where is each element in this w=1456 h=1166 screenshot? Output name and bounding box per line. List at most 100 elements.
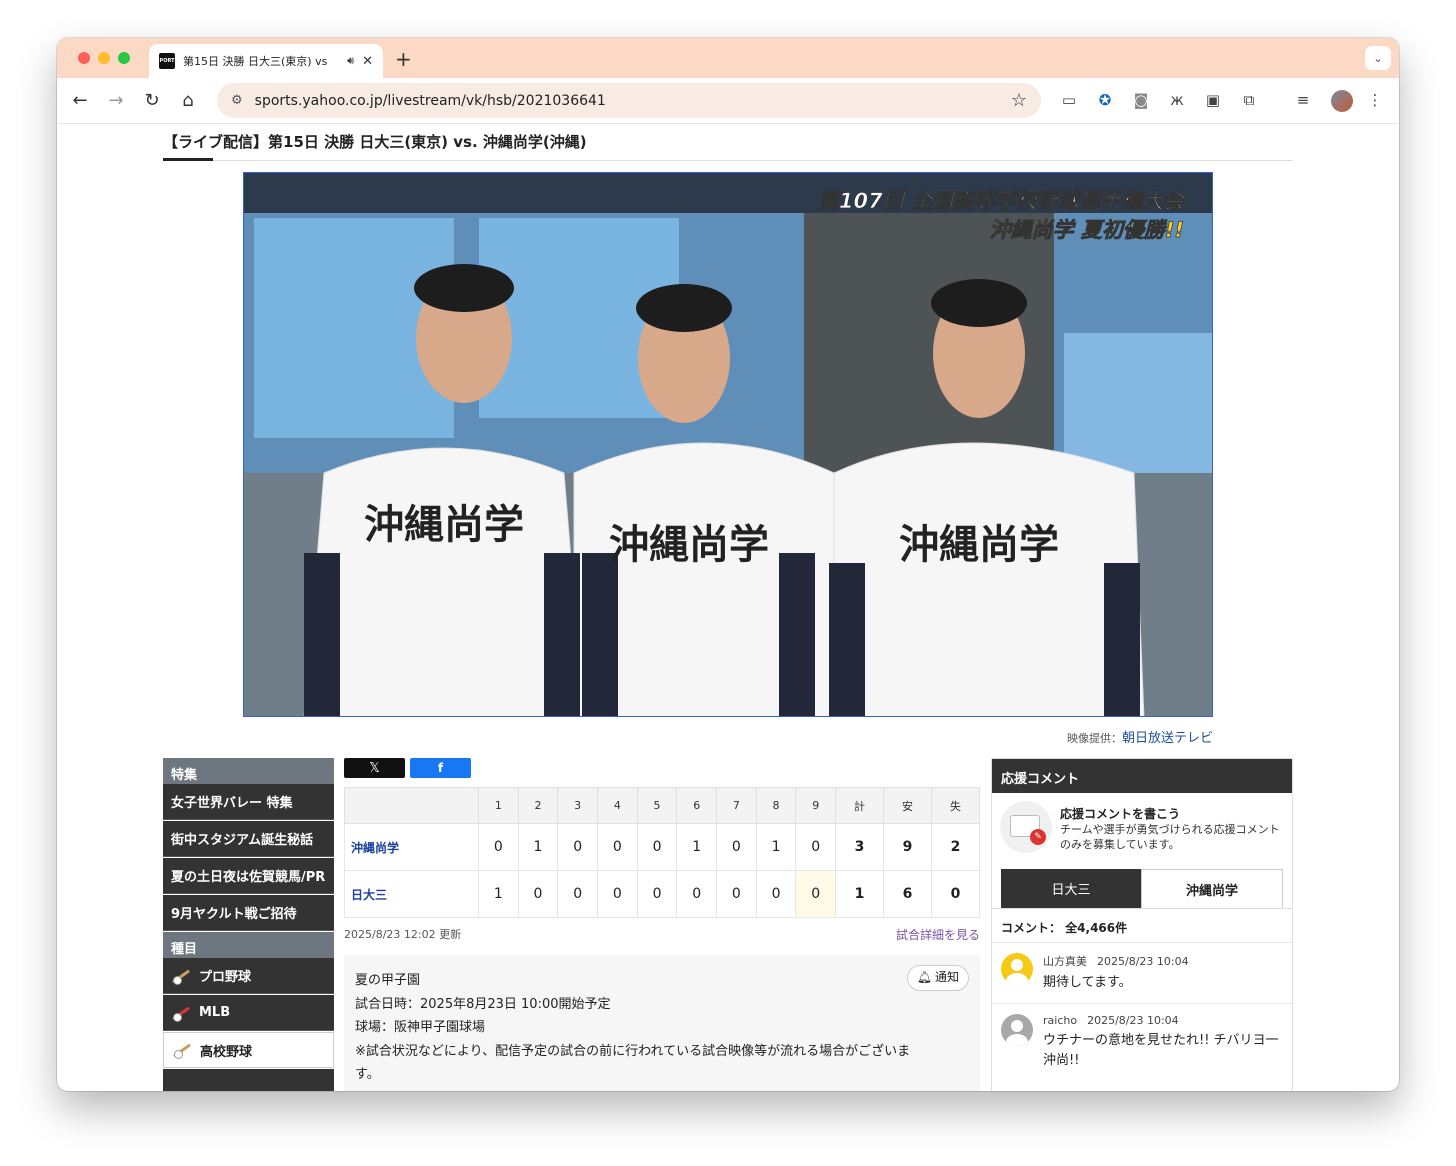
address-bar[interactable]: ⚙ sports.yahoo.co.jp/livestream/vk/hsb/2… [217,83,1041,118]
sidebar-item-label: プロ野球 [199,970,252,985]
score-cell: 0 [636,870,678,918]
tab-nichidai3[interactable]: 日大三 [1001,869,1141,908]
menu-kebab-icon[interactable]: ⋮ [1365,91,1385,109]
provider-label: 映像提供： [1066,732,1122,745]
site-settings-icon[interactable]: ⚙ [231,93,243,108]
comment-meta: raicho 2025/8/23 10:04 [1043,1014,1283,1027]
score-cell: 1 [517,823,559,871]
square-icon[interactable]: ▣ [1203,91,1223,109]
url-text[interactable]: sports.yahoo.co.jp/livestream/vk/hsb/202… [255,93,999,109]
errors-header: 失 [930,787,981,824]
sidebar-item-next[interactable] [163,1069,334,1091]
cta-description: チームや選手が勇気づけられる応援コメントのみを募集しています。 [1060,823,1280,851]
score-cell: 0 [557,870,599,918]
baseball-bat-icon [172,1044,192,1059]
profile-avatar[interactable] [1331,90,1353,112]
score-cell: 0 [597,823,638,871]
new-tab-button[interactable]: + [395,47,412,71]
notify-button[interactable]: 🔔︎ 通知 [906,965,969,991]
cta-title: 応援コメントを書こう [1060,807,1181,821]
forward-arrow-icon[interactable]: → [105,90,127,111]
provider-link[interactable]: 朝日放送テレビ [1122,731,1213,746]
butterfly-icon[interactable]: ж [1167,91,1187,109]
total-cell: 3 [835,823,885,871]
sidebar-item-yakult[interactable]: 9月ヤクルト戦ご招待 [163,895,334,931]
team-name-link[interactable]: 沖縄尚学 [344,823,479,871]
share-facebook-button[interactable]: f [410,758,471,778]
bookmark-star-icon[interactable]: ☆ [1011,90,1027,111]
baseball-bat-icon [171,970,191,985]
maximize-window-button[interactable] [118,52,130,64]
sidebar-item-stadium[interactable]: 街中スタジアム誕生秘話 [163,821,334,857]
puzzle-extensions-icon[interactable]: ⧉ [1239,91,1259,109]
back-arrow-icon[interactable]: ← [69,90,91,111]
comment-bubble-icon: ✎ [1000,801,1052,853]
mlb-bat-icon [171,1007,191,1022]
sidebar-item-label: 高校野球 [200,1044,253,1060]
share-bar: 𝕏 f [344,758,980,778]
close-window-button[interactable] [78,52,90,64]
inning-header: 1 [478,787,519,824]
main-column: 𝕏 f 1 2 3 4 5 6 7 8 9 計 安 失 沖縄尚学 0 1 0 0… [344,758,981,1091]
match-note: ※試合状況などにより、配信予定の試合の前に行われている試合映像等が流れる場合がご… [355,1043,911,1083]
comment-item: raicho 2025/8/23 10:04 ウチナーの意地を見せたれ!! チバリ… [992,1003,1292,1081]
match-venue: 球場：阪神甲子園球場 [355,1020,486,1035]
comment-user[interactable]: 山方真美 [1043,955,1087,968]
share-x-button[interactable]: 𝕏 [344,758,405,778]
score-cell-current: 0 [795,870,837,918]
tab-strip: SPORTS 第15日 決勝 日大三(東京) vs 🔊︎ ✕ + ⌄ [57,38,1399,78]
speaker-icon[interactable]: 🔊︎ [347,54,354,68]
video-player[interactable]: 沖縄尚学 沖縄尚学 沖縄尚学 第107回 全国高等学校野球選手権大会 沖縄尚学 … [243,172,1213,717]
inning-header: 4 [597,787,638,824]
sidebar-item-label: MLB [199,1005,231,1020]
camera-icon[interactable]: ◙ [1131,91,1151,109]
score-cell: 0 [636,823,678,871]
sports-favicon-icon: SPORTS [156,53,178,69]
inning-header: 6 [676,787,718,824]
tab-search-chevron-icon[interactable]: ⌄ [1365,46,1391,70]
comment-meta: 山方真美 2025/8/23 10:04 [1043,953,1199,969]
home-icon[interactable]: ⌂ [177,90,199,111]
score-cell: 0 [517,870,559,918]
score-cell: 0 [557,823,599,871]
scoreboard-corner [344,787,479,824]
score-cell: 0 [716,870,757,918]
cast-icon[interactable]: ▭ [1059,91,1079,109]
score-cell: 0 [478,823,519,871]
tab-active[interactable]: SPORTS 第15日 決勝 日大三(東京) vs 🔊︎ ✕ [149,44,383,78]
video-overlay-headline: 沖縄尚学 夏初優勝!! [990,218,1184,242]
inning-header: 2 [517,787,559,824]
match-event: 夏の甲子園 [355,973,421,988]
sidebar-feature-head: 特集 [163,758,334,784]
match-datetime: 試合日時：2025年8月23日 10:00開始予定 [355,996,611,1012]
comment-count: コメント： 全4,466件 [992,908,1292,942]
write-comment-cta[interactable]: ✎ 応援コメントを書こう チームや選手が勇気づけられる応援コメントのみを募集して… [992,793,1292,865]
media-control-icon[interactable]: ≡ [1293,91,1313,109]
inning-header: 9 [795,787,837,824]
sidebar-item-volleyball[interactable]: 女子世界バレー 特集 [163,784,334,820]
page-title: 【ライブ配信】第15日 決勝 日大三(東京) vs. 沖縄尚学(沖縄) [163,133,587,151]
scoreboard-row-okinawa: 沖縄尚学 0 1 0 0 0 1 0 1 0 3 9 2 [344,823,981,871]
team-name-link[interactable]: 日大三 [344,870,479,918]
match-detail-link[interactable]: 試合詳細を見る [896,926,980,943]
user-avatar-icon [1001,953,1033,985]
sidebar-item-pro-baseball[interactable]: プロ野球 [163,958,334,994]
minimize-window-button[interactable] [98,52,110,64]
sidebar: 特集 女子世界バレー 特集 街中スタジアム誕生秘話 夏の土日夜は佐賀競馬/PR … [163,758,334,1091]
video-overlay-title: 第107回 全国高等学校野球選手権大会 [818,189,1187,213]
comment-time: 2025/8/23 10:04 [1087,1014,1179,1027]
comment-user[interactable]: raicho [1043,1014,1077,1027]
tab-okinawa-shogaku[interactable]: 沖縄尚学 [1141,869,1283,908]
inning-header: 8 [755,787,797,824]
extension-blue-icon[interactable]: ✪ [1095,91,1115,109]
jersey-text-left: 沖縄尚学 [364,501,524,548]
sidebar-item-mlb[interactable]: MLB [163,995,334,1031]
sidebar-category-head: 種目 [163,932,334,958]
bell-plus-icon: 🔔︎ [916,970,932,985]
sidebar-item-high-school-baseball[interactable]: 高校野球 [163,1032,334,1068]
score-cell: 0 [676,870,718,918]
close-tab-icon[interactable]: ✕ [362,54,373,69]
sidebar-item-saga-keiba[interactable]: 夏の土日夜は佐賀競馬/PR [163,858,334,894]
reload-icon[interactable]: ↻ [141,90,163,111]
video-frame: 沖縄尚学 沖縄尚学 沖縄尚学 第107回 全国高等学校野球選手権大会 沖縄尚学 … [244,173,1212,716]
